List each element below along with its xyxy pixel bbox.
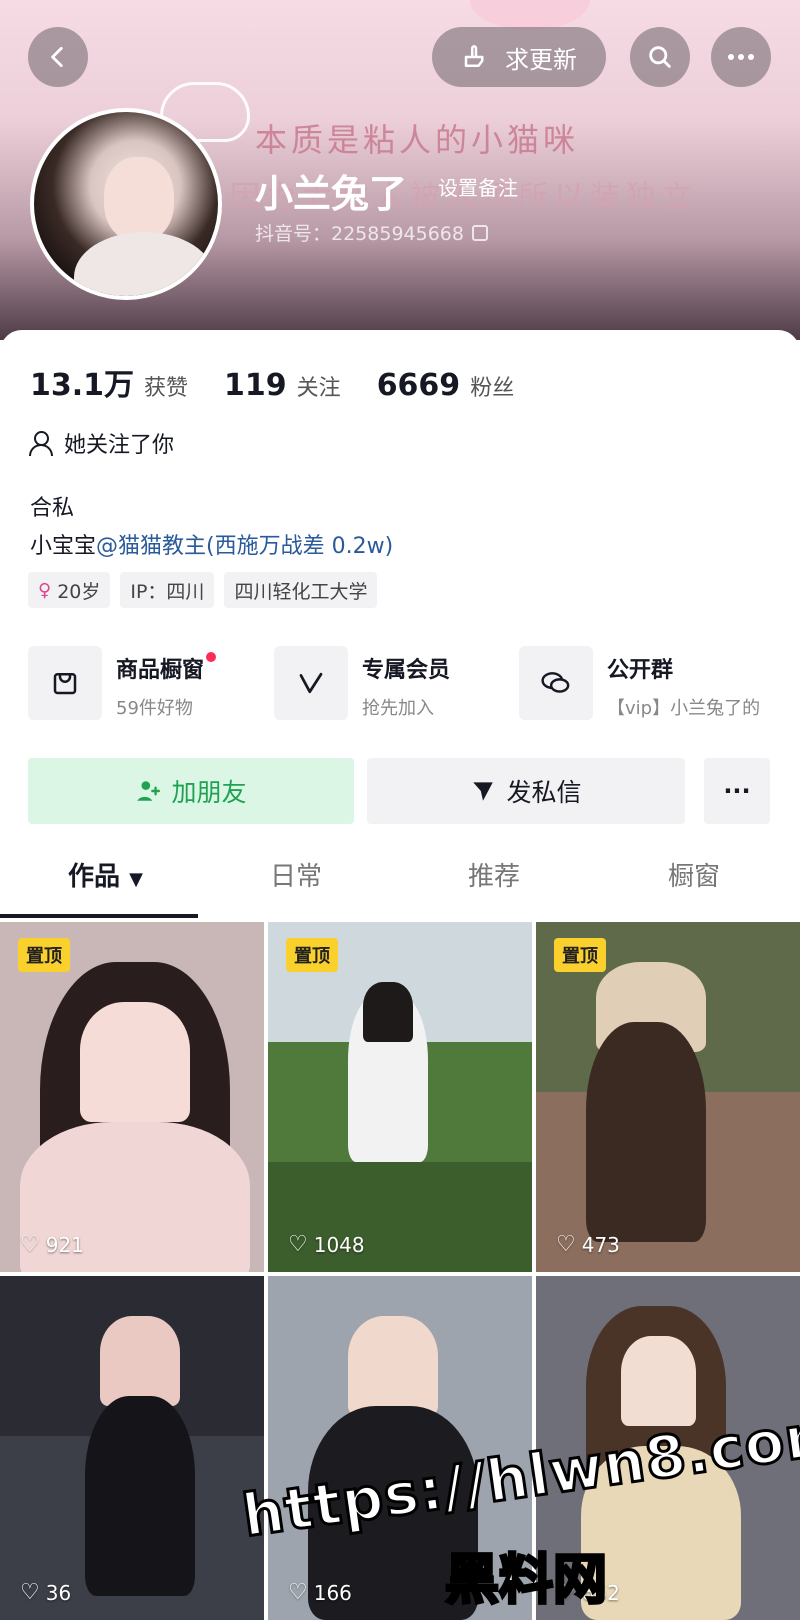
services-row: 商品橱窗 59件好物 专属会员 抢先加入 公开群 【vip】小兰兔了的 — [28, 646, 800, 722]
membership-title: 专属会员 — [362, 658, 451, 683]
video-card[interactable]: 置顶 ♡ 473 — [536, 922, 800, 1272]
more-icon — [728, 54, 754, 60]
heart-icon: ♡ — [20, 1580, 40, 1605]
bio-line-1: 合私 — [30, 496, 75, 521]
banner-text-line1: 本质是粘人的小猫咪 — [255, 121, 580, 159]
request-update-label: 求更新 — [505, 45, 577, 74]
add-friend-button[interactable]: 加朋友 — [28, 758, 354, 824]
video-card[interactable]: 置顶 ♡ 921 — [0, 922, 264, 1272]
video-card[interactable]: 置顶 ♡ 1048 — [268, 922, 532, 1272]
like-count: ♡ 36 — [20, 1580, 72, 1605]
public-group-entry[interactable]: 公开群 【vip】小兰兔了的 — [519, 646, 760, 722]
likes-count[interactable]: 13.1万 — [30, 360, 134, 404]
follows-you-note: 她关注了你 — [28, 427, 174, 459]
send-message-label: 发私信 — [506, 778, 582, 807]
search-icon — [649, 46, 671, 68]
followers-label: 粉丝 — [470, 376, 515, 401]
heart-icon: ♡ — [556, 1232, 576, 1257]
tab-shop-window[interactable]: 橱窗 — [668, 856, 720, 893]
like-count: ♡ 921 — [20, 1232, 84, 1257]
chat-bubbles-icon — [541, 672, 570, 693]
bio-line-2: 小宝宝@猫猫教主(西施万战差 0.2w) — [30, 528, 393, 560]
like-count: ♡ 473 — [556, 1232, 620, 1257]
active-tab-indicator — [0, 914, 198, 918]
public-group-subtitle: 【vip】小兰兔了的 — [607, 698, 761, 719]
heart-decoration — [470, 0, 590, 30]
bio-suffix: (西施万战差 0.2w) — [206, 534, 394, 559]
bio-mention-link[interactable]: @猫猫教主 — [96, 534, 206, 559]
search-button[interactable] — [630, 27, 690, 87]
add-user-icon — [137, 781, 161, 801]
ip-tag-text: IP：四川 — [130, 580, 205, 603]
follows-you-text: 她关注了你 — [64, 433, 175, 458]
shop-window-subtitle: 59件好物 — [116, 698, 193, 719]
like-count: ♡ 1048 — [288, 1232, 365, 1257]
membership-subtitle: 抢先加入 — [362, 698, 434, 719]
send-icon — [473, 782, 494, 801]
age-tag: ♀ 20岁 — [28, 572, 111, 608]
profile-stats: 13.1万 获赞 119 关注 6669 粉丝 — [30, 360, 540, 404]
female-icon: ♀ — [38, 579, 52, 601]
shopping-bag-icon — [53, 673, 77, 695]
dropdown-arrow-icon: ▼ — [129, 869, 143, 890]
following-count[interactable]: 119 — [224, 368, 287, 403]
douyin-id-text: 抖音号：22585945668 — [255, 223, 464, 245]
set-remark-link[interactable]: 设置备注 — [438, 172, 518, 201]
school-tag-text: 四川轻化工大学 — [234, 580, 368, 603]
pinned-badge: 置顶 — [286, 938, 338, 972]
send-message-button[interactable]: 发私信 — [367, 758, 685, 824]
avatar[interactable] — [30, 108, 222, 300]
bio-prefix: 小宝宝 — [30, 534, 97, 559]
request-update-button[interactable]: 求更新 — [432, 27, 606, 87]
like-count: ♡ 166 — [288, 1580, 352, 1605]
chevron-left-icon — [51, 46, 63, 68]
shop-window-entry[interactable]: 商品橱窗 59件好物 — [28, 646, 217, 722]
tab-recommend[interactable]: 推荐 — [468, 856, 520, 893]
profile-tags: ♀ 20岁 IP：四川 四川轻化工大学 — [28, 572, 378, 608]
more-actions-button[interactable]: ··· — [704, 758, 770, 824]
ip-tag: IP：四川 — [120, 572, 215, 608]
likes-label: 获赞 — [144, 376, 189, 401]
heart-icon: ♡ — [20, 1232, 40, 1257]
age-tag-text: 20岁 — [57, 580, 101, 603]
notification-dot — [206, 652, 217, 662]
pinned-badge: 置顶 — [554, 938, 606, 972]
heart-icon: ♡ — [288, 1580, 308, 1605]
watermark-text: 黑料网 — [444, 1547, 609, 1613]
tab-daily[interactable]: 日常 — [270, 856, 322, 893]
v-badge-icon — [299, 672, 323, 694]
copy-icon[interactable] — [471, 224, 488, 241]
followers-count[interactable]: 6669 — [377, 368, 461, 403]
more-button[interactable] — [711, 27, 771, 87]
tab-works[interactable]: 作品 ▼ — [68, 856, 143, 893]
back-button[interactable] — [28, 27, 88, 87]
content-tabs: 作品 ▼ 日常 推荐 橱窗 — [0, 856, 800, 918]
heart-icon: ♡ — [288, 1232, 308, 1257]
membership-entry[interactable]: 专属会员 抢先加入 — [274, 646, 450, 722]
shop-window-title: 商品橱窗 — [116, 658, 205, 683]
nickname: 小兰兔了 — [255, 172, 408, 216]
pinned-badge: 置顶 — [18, 938, 70, 972]
following-label: 关注 — [296, 376, 341, 401]
school-tag[interactable]: 四川轻化工大学 — [224, 572, 378, 608]
add-friend-label: 加朋友 — [171, 778, 247, 807]
pointing-hand-icon — [464, 45, 484, 67]
video-card[interactable]: ♡ 36 — [0, 1276, 264, 1620]
user-icon — [28, 430, 54, 456]
public-group-title: 公开群 — [607, 658, 674, 683]
douyin-id[interactable]: 抖音号：22585945668 — [255, 219, 488, 246]
